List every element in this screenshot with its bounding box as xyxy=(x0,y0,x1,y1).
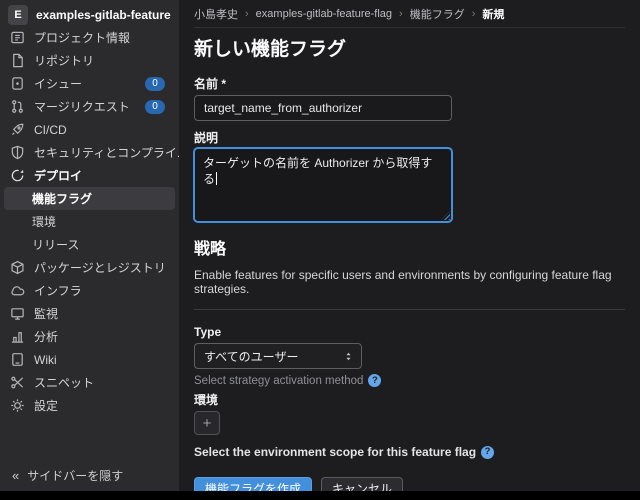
name-field-label: 名前 * xyxy=(194,77,227,91)
collapse-sidebar-label: サイドバーを隠す xyxy=(27,468,124,483)
form-actions: 機能フラグを作成 キャンセル xyxy=(194,477,625,491)
monitor-icon xyxy=(10,306,25,321)
description-field-label: 説明 xyxy=(194,131,219,145)
sidebar-item-repository[interactable]: リポジトリ xyxy=(0,49,179,72)
sidebar-item-label: 監視 xyxy=(34,307,59,321)
sidebar-item-label: 設定 xyxy=(34,399,59,413)
project-avatar: E xyxy=(8,5,28,25)
cloud-icon xyxy=(10,283,25,298)
package-icon xyxy=(10,260,25,275)
strategy-section-description: Enable features for specific users and e… xyxy=(194,268,612,296)
section-divider xyxy=(194,309,625,310)
type-field-label: Type xyxy=(194,325,222,339)
sidebar-item-issues[interactable]: イシュー 0 xyxy=(0,72,179,95)
sidebar-item-label: 環境 xyxy=(32,215,57,229)
gear-icon xyxy=(10,398,25,413)
sidebar-item-merge-requests[interactable]: マージリクエスト 0 xyxy=(0,95,179,118)
sidebar-item-wiki[interactable]: Wiki xyxy=(0,348,179,371)
collapse-sidebar-button[interactable]: « サイドバーを隠す xyxy=(0,463,179,487)
create-feature-flag-button[interactable]: 機能フラグを作成 xyxy=(194,477,313,491)
breadcrumb-project[interactable]: examples-gitlab-feature-flag xyxy=(256,8,392,20)
sidebar: E examples-gitlab-feature-fl... プロジェクト情報… xyxy=(0,0,179,491)
book-icon xyxy=(10,352,25,367)
project-information-icon xyxy=(10,30,25,45)
sidebar-nav: プロジェクト情報 リポジトリ イシュー 0 マージリクエスト 0 CI/CD セ… xyxy=(0,26,179,417)
required-mark: * xyxy=(221,77,227,91)
sidebar-item-monitor[interactable]: 監視 xyxy=(0,302,179,325)
question-help-icon[interactable]: ? xyxy=(481,445,495,459)
rocket-icon xyxy=(10,122,25,137)
sidebar-item-label: インフラ xyxy=(34,284,82,298)
sidebar-item-releases[interactable]: リリース xyxy=(4,233,175,256)
sidebar-item-project-information[interactable]: プロジェクト情報 xyxy=(0,26,179,49)
breadcrumb-separator: › xyxy=(399,7,403,20)
sidebar-item-packages-registries[interactable]: パッケージとレジストリ xyxy=(0,256,179,279)
sidebar-item-label: プロジェクト情報 xyxy=(34,31,131,45)
sidebar-item-analytics[interactable]: 分析 xyxy=(0,325,179,348)
sidebar-item-label: CI/CD xyxy=(34,122,67,137)
cancel-button[interactable]: キャンセル xyxy=(321,477,404,491)
environments-field-label: 環境 xyxy=(194,393,219,407)
chart-icon xyxy=(10,329,25,344)
sidebar-item-deploy[interactable]: デプロイ xyxy=(0,164,179,187)
text-caret xyxy=(216,172,218,185)
repository-icon xyxy=(10,53,25,68)
sidebar-item-label: デプロイ xyxy=(34,169,83,183)
description-textarea[interactable]: ターゲットの名前を Authorizer から取得する xyxy=(194,148,452,222)
gitlab-app: E examples-gitlab-feature-fl... プロジェクト情報… xyxy=(0,0,640,491)
plus-icon: + xyxy=(202,414,212,432)
breadcrumb-separator: › xyxy=(471,7,476,20)
sidebar-item-label: イシュー xyxy=(34,77,83,91)
sidebar-item-infrastructure[interactable]: インフラ xyxy=(0,279,179,302)
sidebar-item-label: リポジトリ xyxy=(34,54,95,68)
collapse-chevrons-icon: « xyxy=(12,467,20,483)
sidebar-item-security-compliance[interactable]: セキュリティとコンプライ... xyxy=(0,141,179,164)
question-help-icon[interactable]: ? xyxy=(368,374,382,387)
page-title: 新しい機能フラグ xyxy=(194,39,347,60)
shield-icon xyxy=(10,145,25,160)
breadcrumb-separator: › xyxy=(245,7,249,20)
strategy-section-title: 戦略 xyxy=(194,241,227,258)
deploy-icon xyxy=(10,168,25,183)
sidebar-item-label: セキュリティとコンプライ... xyxy=(34,146,179,160)
project-name: examples-gitlab-feature-fl... xyxy=(36,8,171,22)
sidebar-item-label: リリース xyxy=(32,238,80,252)
environments-help-text: Select the environment scope for this fe… xyxy=(194,445,477,459)
name-input[interactable] xyxy=(194,95,452,121)
sidebar-item-label: マージリクエスト xyxy=(34,100,130,114)
sidebar-item-snippets[interactable]: スニペット xyxy=(0,371,179,394)
merge-request-icon xyxy=(10,99,25,114)
select-updown-icon xyxy=(346,352,351,360)
issues-count-badge: 0 xyxy=(145,76,165,91)
merge-requests-count-badge: 0 xyxy=(145,99,165,114)
resize-handle-icon[interactable] xyxy=(441,211,450,220)
sidebar-item-label: Wiki xyxy=(34,352,57,367)
sidebar-item-label: 分析 xyxy=(34,330,59,344)
window-bottom-edge xyxy=(0,491,640,500)
issues-icon xyxy=(10,76,25,91)
sidebar-item-label: パッケージとレジストリ xyxy=(34,261,166,275)
scissors-icon xyxy=(10,375,25,390)
sidebar-item-cicd[interactable]: CI/CD xyxy=(0,118,179,141)
sidebar-item-environments[interactable]: 環境 xyxy=(4,210,175,233)
sidebar-item-label: スニペット xyxy=(34,376,95,390)
add-environment-button[interactable]: + xyxy=(194,411,220,435)
project-switcher[interactable]: E examples-gitlab-feature-fl... xyxy=(0,0,179,26)
environments-help-row: Select the environment scope for this fe… xyxy=(194,445,625,459)
main-content: 小島孝史 › examples-gitlab-feature-flag › 機能… xyxy=(179,0,640,491)
strategy-type-value: すべてのユーザー xyxy=(204,349,299,364)
breadcrumb-feature-flags[interactable]: 機能フラグ xyxy=(410,6,465,22)
breadcrumb: 小島孝史 › examples-gitlab-feature-flag › 機能… xyxy=(194,0,625,28)
type-help-row: Select strategy activation method ? xyxy=(194,374,625,387)
sidebar-item-label: 機能フラグ xyxy=(32,192,93,206)
type-help-text: Select strategy activation method xyxy=(194,374,364,387)
breadcrumb-user[interactable]: 小島孝史 xyxy=(194,6,238,22)
sidebar-item-settings[interactable]: 設定 xyxy=(0,394,179,417)
strategy-type-select[interactable]: すべてのユーザー xyxy=(194,343,362,369)
description-text: ターゲットの名前を Authorizer から取得する xyxy=(203,156,433,186)
breadcrumb-current: 新規 xyxy=(482,8,505,21)
sidebar-item-feature-flags[interactable]: 機能フラグ xyxy=(4,187,175,210)
